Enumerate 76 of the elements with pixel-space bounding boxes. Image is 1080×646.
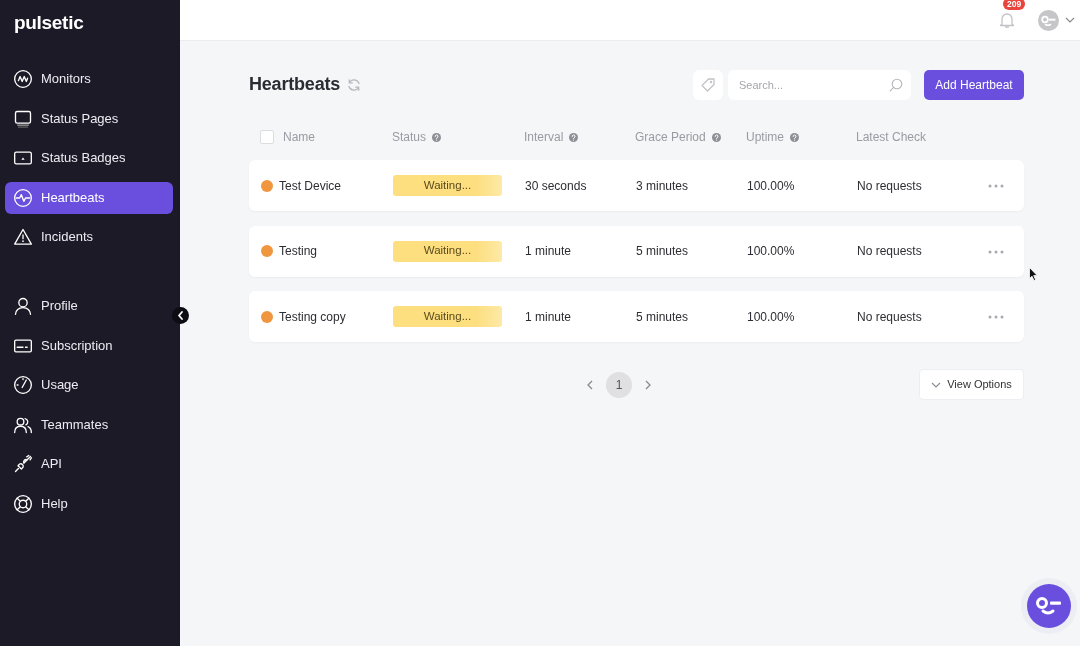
table-cell: 100.00% xyxy=(747,244,795,258)
table-cell: 5 minutes xyxy=(636,244,689,258)
column-header: Grace Period xyxy=(635,129,706,146)
user-icon xyxy=(13,296,33,316)
sidebar-item[interactable]: API xyxy=(5,448,173,480)
more-options-icon[interactable] xyxy=(988,249,1004,254)
more-options-icon[interactable] xyxy=(988,184,1004,189)
table-cell: 100.00% xyxy=(747,178,795,193)
chat-button[interactable] xyxy=(1027,584,1071,628)
notification-count: 209 xyxy=(1003,0,1026,10)
lifebuoy-icon xyxy=(13,493,33,514)
heartbeat-name: Testing xyxy=(279,243,318,260)
help-icon[interactable] xyxy=(711,132,721,142)
caret-icon xyxy=(1065,17,1075,23)
face-icon xyxy=(1035,595,1063,617)
refresh-icon[interactable] xyxy=(347,78,362,92)
column-header: Latest Check xyxy=(856,129,927,146)
collapse-sidebar-icon[interactable] xyxy=(172,307,189,324)
gauge-icon xyxy=(13,375,33,395)
status-badge: Waiting... xyxy=(393,175,502,196)
heartbeat-row[interactable]: Testing copy Waiting... 1 minute 5 minutes 100.00% No requests xyxy=(249,291,1024,342)
search-field[interactable]: Search... xyxy=(728,70,911,100)
sidebar-item[interactable]: Teammates xyxy=(5,408,173,441)
pulse-circle-icon xyxy=(13,69,33,89)
sidebar-item[interactable]: Incidents xyxy=(5,221,173,253)
account-menu-button[interactable] xyxy=(1038,9,1075,31)
sidebar-item[interactable]: Subscription xyxy=(5,329,173,362)
sidebar-item[interactable]: Monitors xyxy=(5,63,173,95)
heartbeat-icon xyxy=(13,187,33,208)
table-cell: No requests xyxy=(857,244,922,258)
table-cell: 5 minutes xyxy=(636,309,689,324)
table-cell: No requests xyxy=(857,309,922,324)
add-heartbeat-button[interactable]: Add Heartbeat xyxy=(924,70,1024,100)
table-cell: No requests xyxy=(857,178,922,193)
chevron-left-icon xyxy=(587,379,593,390)
page-title: Heartbeats xyxy=(249,74,341,96)
mouse-cursor-icon xyxy=(1029,267,1038,281)
help-icon[interactable] xyxy=(790,132,799,142)
tag-icon xyxy=(700,77,716,93)
sidebar-item[interactable]: Heartbeats xyxy=(5,181,173,214)
status-badge: Waiting... xyxy=(393,306,502,327)
heartbeat-name: Testing copy xyxy=(279,308,346,326)
sidebar-item[interactable]: Status Badges xyxy=(5,142,173,174)
more-options-icon[interactable] xyxy=(988,315,1004,320)
column-header: Status xyxy=(392,129,427,146)
heartbeat-name: Test Device xyxy=(279,177,342,195)
table-cell: 100.00% xyxy=(747,309,795,324)
chevron-right-icon xyxy=(645,379,651,390)
column-header: Name xyxy=(283,129,315,146)
monitor-icon xyxy=(13,108,33,129)
sidebar-item[interactable]: Status Pages xyxy=(5,102,173,135)
help-icon[interactable] xyxy=(569,132,579,142)
sidebar-item[interactable]: Profile xyxy=(5,290,173,322)
heartbeat-row[interactable]: Testing Waiting... 1 minute 5 minutes 100.00% No requests xyxy=(249,225,1024,277)
search-icon xyxy=(889,78,903,92)
plug-icon xyxy=(13,454,33,474)
table-cell: 3 minutes xyxy=(636,178,689,193)
help-icon[interactable] xyxy=(432,132,442,142)
warning-icon xyxy=(13,227,33,247)
avatar-icon xyxy=(1038,9,1059,31)
app-logo[interactable]: pulsetic xyxy=(14,12,84,34)
column-header: Uptime xyxy=(746,129,784,146)
select-all-checkbox[interactable] xyxy=(260,130,274,144)
sidebar-item[interactable]: Help xyxy=(5,487,173,520)
sidebar-item[interactable]: Usage xyxy=(5,369,173,401)
caret-icon xyxy=(931,381,942,388)
bell-icon xyxy=(998,11,1016,29)
table-cell: 1 minute xyxy=(525,244,572,258)
view-options-button[interactable]: View Options xyxy=(919,369,1024,400)
page-button[interactable]: 1 xyxy=(606,371,632,398)
tags-filter-button[interactable] xyxy=(693,70,723,100)
table-cell: 30 seconds xyxy=(525,178,587,193)
column-header: Interval xyxy=(524,129,564,146)
heartbeat-row[interactable]: Test Device Waiting... 30 seconds 3 minutes 100.00% No requests xyxy=(249,160,1024,211)
status-badge: Waiting... xyxy=(393,240,502,262)
table-cell: 1 minute xyxy=(525,309,572,324)
